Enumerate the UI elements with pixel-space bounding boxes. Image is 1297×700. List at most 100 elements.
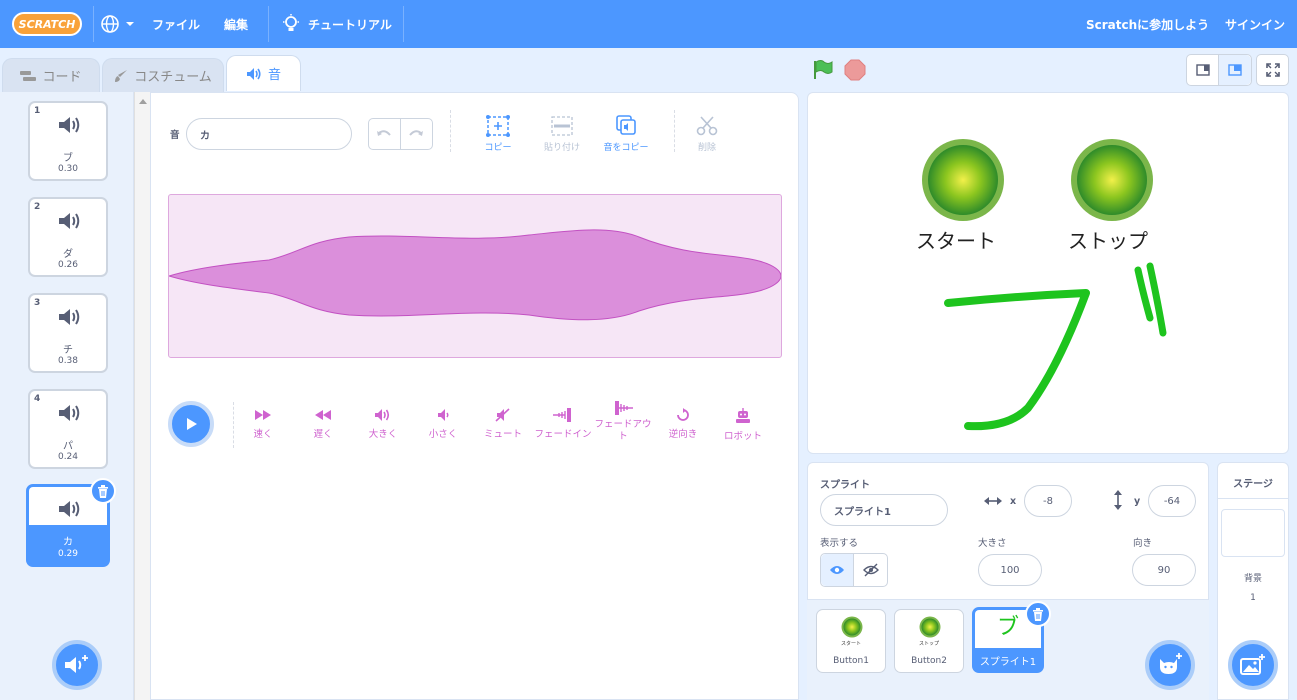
- trash-icon: [1033, 607, 1043, 621]
- stage-canvas[interactable]: スタート ストップ: [807, 92, 1289, 454]
- add-backdrop-icon: [1240, 654, 1265, 675]
- sound-name-input[interactable]: カ: [186, 118, 352, 150]
- volume-down-icon: [438, 409, 449, 421]
- waveform: [167, 229, 782, 321]
- sound-item[interactable]: 1 ブ 0.30: [28, 101, 108, 181]
- waveform-container[interactable]: [167, 194, 782, 358]
- sprite-thumbnail[interactable]: ストップ Button2: [894, 609, 964, 673]
- volume-up-icon: [375, 409, 390, 421]
- menu-bar: SCRATCH ファイル 編集 チュートリアル Scratchに参加しよう サイ…: [0, 0, 1297, 48]
- paintbrush-icon: [115, 69, 128, 82]
- reverse-icon: [677, 408, 689, 421]
- y-input[interactable]: -64: [1148, 485, 1196, 517]
- edit-menu[interactable]: 編集: [224, 0, 248, 48]
- sound-index: 4: [34, 394, 41, 404]
- sound-duration: 0.26: [57, 260, 79, 270]
- effect-reverse-button[interactable]: 逆向き: [653, 408, 713, 440]
- tutorials-menu[interactable]: チュートリアル: [282, 0, 392, 48]
- effect-fade-in-label: フェードイン: [534, 429, 592, 440]
- effect-fade-in-button[interactable]: フェードイン: [533, 408, 593, 440]
- play-sound-button[interactable]: [168, 401, 214, 447]
- redo-button[interactable]: [401, 119, 432, 149]
- play-icon: [187, 418, 197, 430]
- fullscreen-button[interactable]: [1256, 54, 1289, 86]
- effect-softer-button[interactable]: 小さく: [413, 408, 473, 440]
- stop-caption: ストップ: [1068, 229, 1148, 253]
- horizontal-arrows-icon: [984, 497, 1002, 505]
- sound-list-scrollbar[interactable]: [134, 92, 150, 700]
- sprite-thumb-name: Button1: [833, 656, 869, 666]
- direction-input[interactable]: 90: [1132, 554, 1196, 586]
- sprite-name-input[interactable]: スプライト1: [820, 494, 948, 526]
- effect-fade-out-button[interactable]: フェードアウト: [593, 401, 653, 443]
- menu-divider: [403, 6, 404, 42]
- show-label: 表示する: [820, 538, 859, 549]
- start-button-sprite: [922, 139, 1004, 221]
- copy-selection-icon: [486, 115, 510, 137]
- normal-stage-button[interactable]: [1219, 55, 1251, 85]
- small-stage-icon: [1195, 64, 1210, 76]
- sprite-thumb-caption: ストップ: [918, 641, 939, 647]
- start-caption: スタート: [916, 229, 996, 253]
- paste-button[interactable]: 貼り付け: [532, 115, 592, 153]
- copy-button[interactable]: コピー: [468, 115, 528, 153]
- delete-label: 削除: [697, 143, 716, 153]
- small-stage-button[interactable]: [1187, 55, 1220, 85]
- sprite-thumbnail[interactable]: スタート Button1: [816, 609, 886, 673]
- backdrops-count: 1: [1250, 593, 1256, 603]
- sprite-button1-image: [841, 616, 863, 638]
- tab-sounds[interactable]: 音: [226, 55, 301, 91]
- show-sprite-button[interactable]: [821, 554, 855, 586]
- tab-costumes[interactable]: コスチューム: [102, 58, 224, 92]
- stop-icon[interactable]: [844, 59, 866, 81]
- sprite-thumb-name: Button2: [911, 656, 947, 666]
- sound-item[interactable]: 4 パ 0.24: [28, 389, 108, 469]
- paste-icon: [551, 116, 573, 136]
- hide-sprite-button[interactable]: [854, 554, 887, 586]
- x-input[interactable]: -8: [1024, 485, 1072, 517]
- effect-mute-button[interactable]: ミュート: [473, 408, 533, 440]
- add-backdrop-button[interactable]: [1228, 640, 1278, 690]
- delete-sprite-button[interactable]: [1025, 601, 1051, 627]
- effect-robot-button[interactable]: ロボット: [713, 408, 773, 442]
- effect-slower-button[interactable]: 遅く: [293, 408, 353, 440]
- toolbar-divider: [450, 110, 451, 152]
- visibility-toggle: [820, 553, 888, 587]
- effect-softer-label: 小さく: [428, 429, 458, 440]
- green-flag-icon[interactable]: [812, 59, 834, 81]
- effect-faster-button[interactable]: 速く: [233, 408, 293, 440]
- sound-index: 3: [34, 298, 41, 308]
- add-sound-button[interactable]: [52, 640, 102, 690]
- copy-to-new-button[interactable]: 音をコピー: [596, 115, 656, 153]
- sound-item[interactable]: 3 チ 0.38: [28, 293, 108, 373]
- normal-stage-icon: [1228, 64, 1242, 76]
- delete-selection-button[interactable]: 削除: [677, 115, 737, 153]
- sound-duration: 0.38: [57, 356, 79, 366]
- menu-divider: [93, 6, 94, 42]
- delete-sound-button[interactable]: [90, 478, 116, 504]
- scratch-logo[interactable]: SCRATCH: [12, 12, 82, 36]
- sound-name: ダ: [63, 249, 73, 260]
- stage-thumbnail[interactable]: [1221, 509, 1285, 557]
- tutorials-label: チュートリアル: [308, 17, 392, 32]
- join-scratch-link[interactable]: Scratchに参加しよう: [1086, 0, 1209, 48]
- sound-index: 1: [34, 106, 41, 116]
- effect-fade-out-label: フェードアウト: [594, 419, 652, 442]
- sign-in-link[interactable]: サインイン: [1225, 0, 1285, 48]
- undo-redo-group: [368, 118, 433, 150]
- sound-name: カ: [63, 537, 73, 548]
- sound-name: パ: [63, 441, 73, 452]
- chevron-down-icon: [126, 22, 134, 26]
- sound-item[interactable]: 2 ダ 0.26: [28, 197, 108, 277]
- sprite-thumb-caption: スタート: [840, 641, 861, 647]
- effect-louder-button[interactable]: 大きく: [353, 408, 413, 440]
- fullscreen-icon: [1265, 63, 1280, 77]
- file-menu[interactable]: ファイル: [152, 0, 200, 48]
- add-sprite-button[interactable]: [1145, 640, 1195, 690]
- backdrops-label: 背景: [1243, 574, 1262, 584]
- language-menu[interactable]: [100, 0, 136, 48]
- undo-button[interactable]: [369, 119, 401, 149]
- direction-label: 向き: [1133, 538, 1153, 549]
- tab-code[interactable]: コード: [2, 58, 100, 92]
- size-input[interactable]: 100: [978, 554, 1042, 586]
